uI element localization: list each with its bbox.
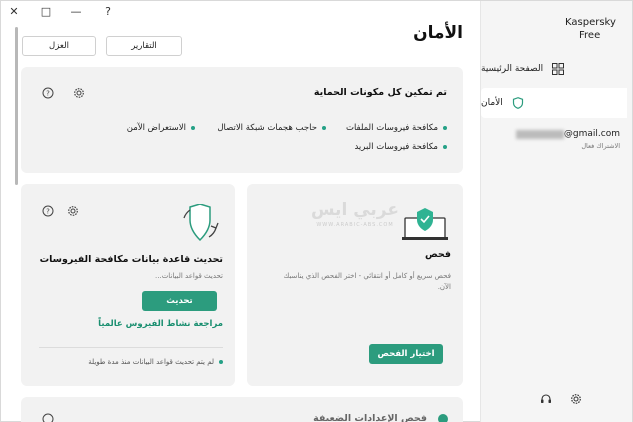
sidebar-footer bbox=[540, 393, 582, 405]
update-title: تحديث قاعدة بيانات مكافحة الفيروسات bbox=[39, 254, 223, 265]
help-circle-icon[interactable] bbox=[42, 413, 54, 422]
protection-title: تم تمكين كل مكونات الحماية bbox=[313, 87, 447, 98]
gear-icon[interactable] bbox=[73, 87, 85, 99]
laptop-scan-icon bbox=[402, 208, 448, 240]
scan-card: عربي ايس WWW.ARABIC-ABS.COM فحص فحص سريع… bbox=[247, 184, 463, 386]
sidebar-item-security[interactable]: الأمان bbox=[481, 88, 627, 118]
shield-update-icon bbox=[183, 204, 219, 242]
settings-check-icon bbox=[438, 414, 448, 422]
weak-settings-title: فحص الإعدادات الضعيفة bbox=[313, 413, 427, 422]
sidebar-item-label: الصفحة الرئيسية bbox=[481, 64, 544, 74]
help-circle-icon[interactable]: ? bbox=[42, 87, 54, 99]
component-file-antivirus: مكافحة فيروسات الملفات bbox=[346, 123, 447, 133]
email-suffix: @gmail.com bbox=[563, 129, 620, 139]
component-safe-browsing: الاستعراض الآمن bbox=[127, 123, 195, 133]
sidebar-item-label: الأمان bbox=[481, 98, 503, 108]
sidebar-item-home[interactable]: الصفحة الرئيسية bbox=[481, 54, 627, 84]
choose-scan-button[interactable]: اختيار الفحص bbox=[369, 344, 443, 364]
reports-button[interactable]: التقارير bbox=[106, 36, 182, 56]
help-circle-icon[interactable]: ? bbox=[42, 205, 54, 217]
page-title: الأمان bbox=[413, 23, 463, 43]
protection-card: تم تمكين كل مكونات الحماية ? مكافحة فيرو… bbox=[21, 67, 463, 173]
scrollbar[interactable] bbox=[15, 27, 18, 185]
grid-icon bbox=[552, 63, 565, 75]
account-info[interactable]: @gmail.com الاشتراك فعال bbox=[490, 129, 620, 150]
account-email: @gmail.com bbox=[490, 129, 620, 139]
brand: Kaspersky Free bbox=[481, 16, 619, 42]
update-status: لم يتم تحديث قواعد البيانات منذ مدة طويل… bbox=[88, 358, 223, 366]
headset-icon[interactable] bbox=[540, 393, 552, 405]
quarantine-button[interactable]: العزل bbox=[22, 36, 96, 56]
sidebar: Kaspersky Free الصفحة الرئيسية الأمان @g… bbox=[480, 1, 632, 422]
brand-name: Kaspersky bbox=[565, 17, 616, 28]
shield-icon bbox=[512, 97, 523, 109]
main-content: الأمان التقارير العزل تم تمكين كل مكونات… bbox=[9, 1, 481, 422]
scan-title: فحص bbox=[424, 249, 451, 260]
update-card: ? تحديث قاعدة بيانات مكافحة الفيروسات تح… bbox=[21, 184, 235, 386]
divider bbox=[39, 347, 223, 348]
update-button[interactable]: تحديث bbox=[142, 291, 217, 311]
gear-icon[interactable] bbox=[570, 393, 582, 405]
email-redacted bbox=[515, 129, 564, 139]
svg-text:?: ? bbox=[46, 90, 50, 98]
svg-text:?: ? bbox=[46, 208, 50, 216]
app-window: ? — □ ✕ الأمان التقارير العزل تم تمكين ك… bbox=[0, 0, 633, 422]
component-mail-antivirus: مكافحة فيروسات البريد bbox=[354, 142, 447, 152]
virus-activity-link[interactable]: مراجعة نشاط الفيروس عالمياً bbox=[98, 319, 223, 329]
component-network-attack-blocker: حاجب هجمات شبكة الاتصال bbox=[217, 123, 326, 133]
scan-description: فحص سريع أو كامل أو انتقائي - اختر الفحص… bbox=[283, 272, 451, 280]
scan-description-cont: الآن. bbox=[437, 283, 451, 291]
update-subtitle: تحديث قواعد البيانات... bbox=[155, 272, 223, 280]
subscription-status: الاشتراك فعال bbox=[581, 142, 620, 150]
gear-icon[interactable] bbox=[67, 205, 79, 217]
brand-edition: Free bbox=[579, 30, 601, 41]
weak-settings-card: فحص الإعدادات الضعيفة bbox=[21, 397, 463, 422]
